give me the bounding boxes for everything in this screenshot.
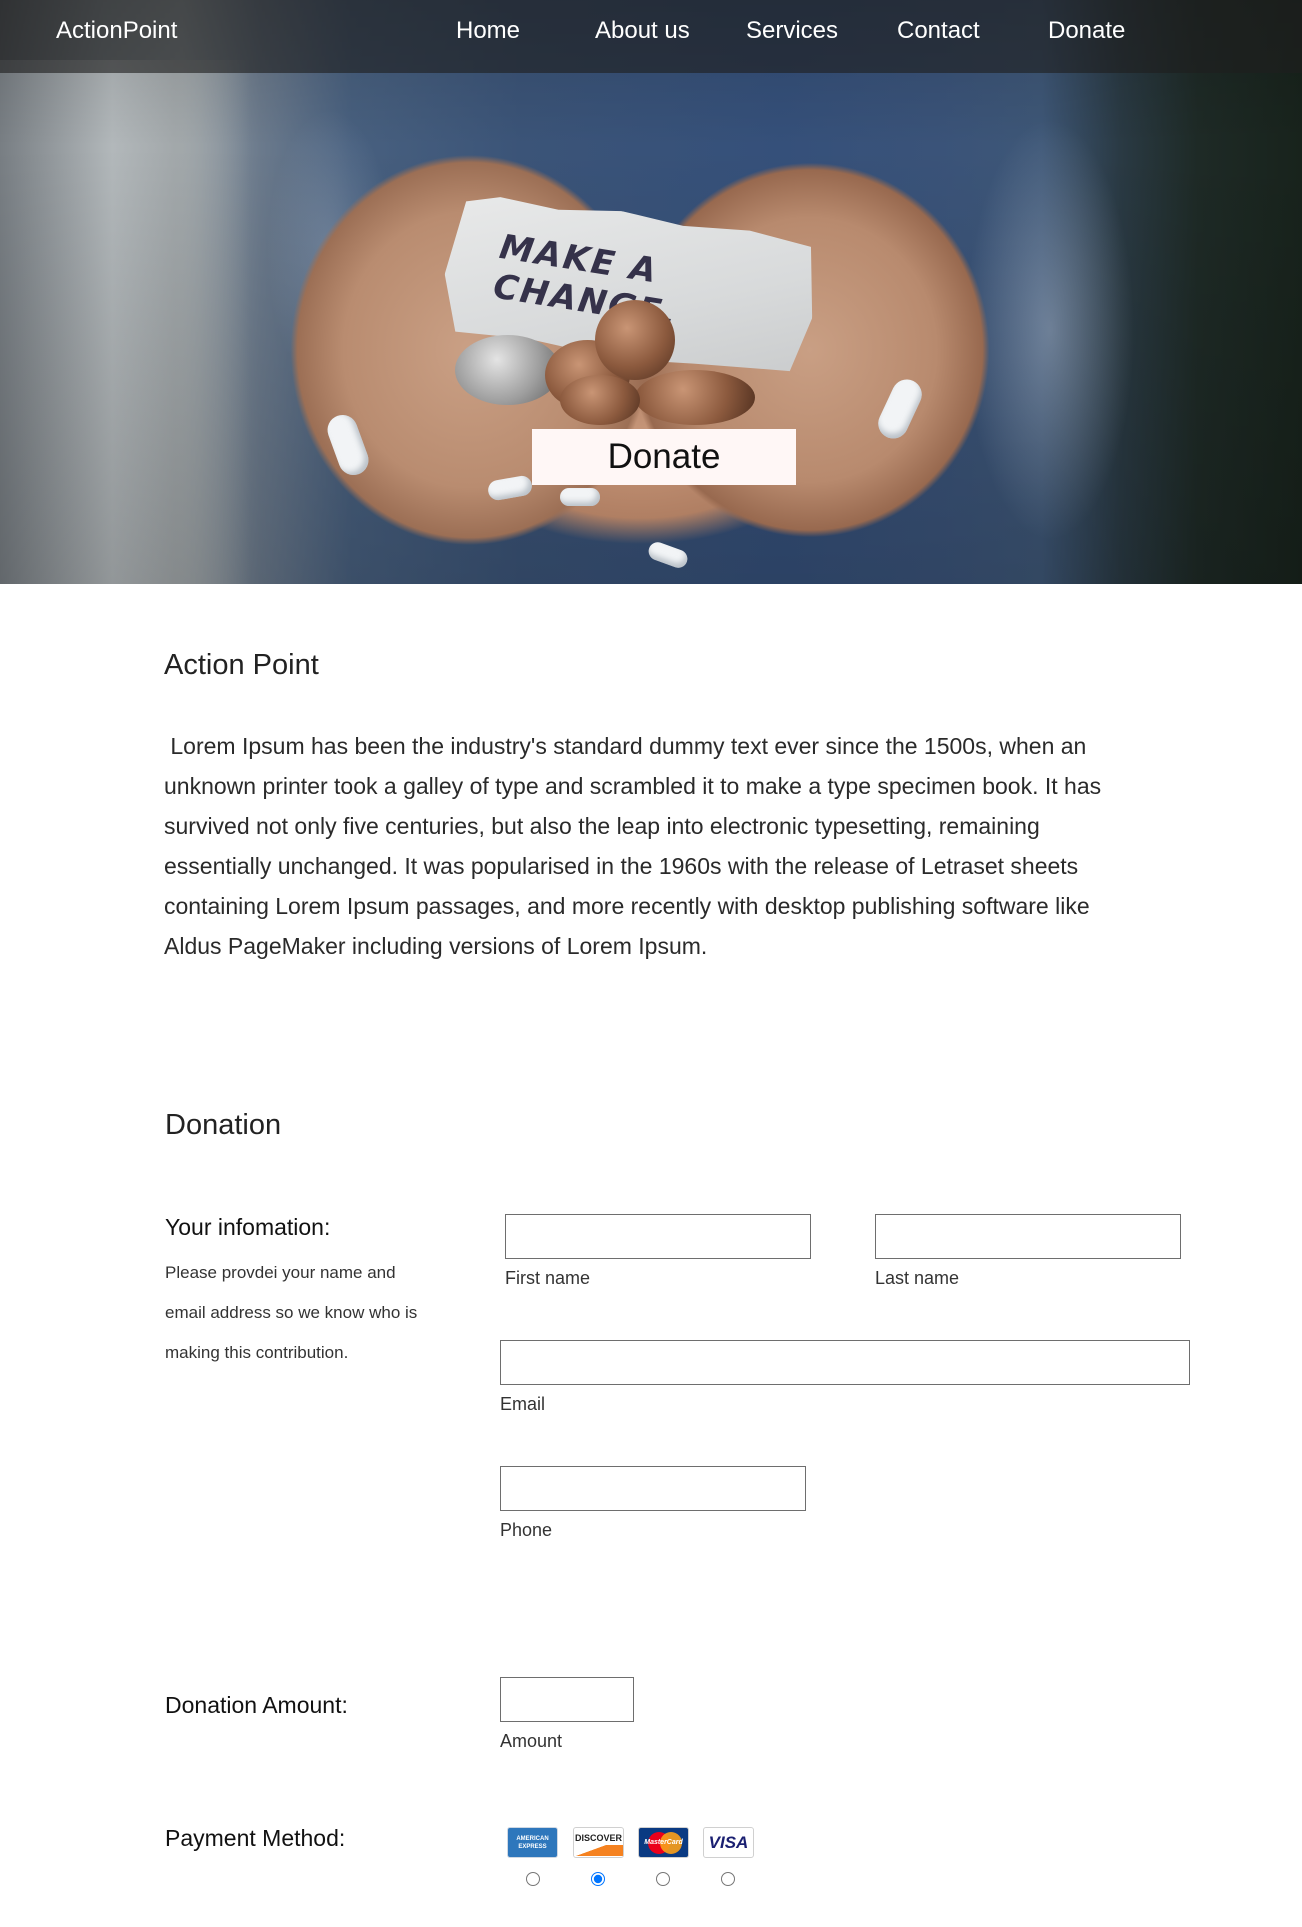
about-title: Action Point — [164, 649, 319, 681]
coin — [455, 335, 560, 405]
coin — [595, 300, 675, 380]
email-input[interactable] — [500, 1340, 1190, 1385]
hero-banner: MAKE A CHANGE. — [0, 0, 1302, 584]
amount-input[interactable] — [500, 1677, 634, 1722]
nav-about-us[interactable]: About us — [595, 17, 690, 45]
donation-title: Donation — [165, 1109, 282, 1141]
visa-card-icon: VISA — [703, 1827, 754, 1858]
phone-label: Phone — [500, 1520, 553, 1540]
mastercard-card-icon: MasterCard — [638, 1827, 689, 1858]
nav-contact[interactable]: Contact — [897, 17, 980, 45]
payment-radio-mastercard[interactable] — [656, 1872, 670, 1886]
coin — [635, 370, 755, 425]
coin — [560, 375, 640, 425]
payment-radio-discover[interactable] — [591, 1872, 605, 1886]
about-paragraph: Lorem Ipsum has been the industry's stan… — [164, 733, 1108, 959]
first-name-input[interactable] — [505, 1214, 811, 1259]
phone-input[interactable] — [500, 1466, 806, 1511]
nav-home[interactable]: Home — [456, 17, 520, 45]
info-help-text: Please provdei your name and email addre… — [165, 1263, 418, 1362]
amount-label: Amount — [500, 1731, 563, 1751]
brand-logo[interactable]: ActionPoint — [56, 17, 177, 45]
amount-heading: Donation Amount: — [165, 1692, 348, 1718]
amex-card-icon: AMERICAN EXPRESS — [507, 1827, 558, 1858]
payment-heading: Payment Method: — [165, 1825, 346, 1851]
payment-radio-amex[interactable] — [526, 1872, 540, 1886]
nav-services[interactable]: Services — [746, 17, 838, 45]
nav-donate[interactable]: Donate — [1048, 17, 1125, 45]
info-heading: Your infomation: — [165, 1214, 331, 1240]
last-name-label: Last name — [875, 1268, 960, 1288]
first-name-label: First name — [505, 1268, 591, 1288]
top-navbar: ActionPoint Home About us Services Conta… — [0, 0, 1302, 73]
discover-card-icon: DISCOVER — [573, 1827, 624, 1858]
email-label: Email — [500, 1394, 546, 1414]
payment-radio-visa[interactable] — [721, 1872, 735, 1886]
last-name-input[interactable] — [875, 1214, 1181, 1259]
hero-donate-button[interactable]: Donate — [532, 429, 796, 485]
